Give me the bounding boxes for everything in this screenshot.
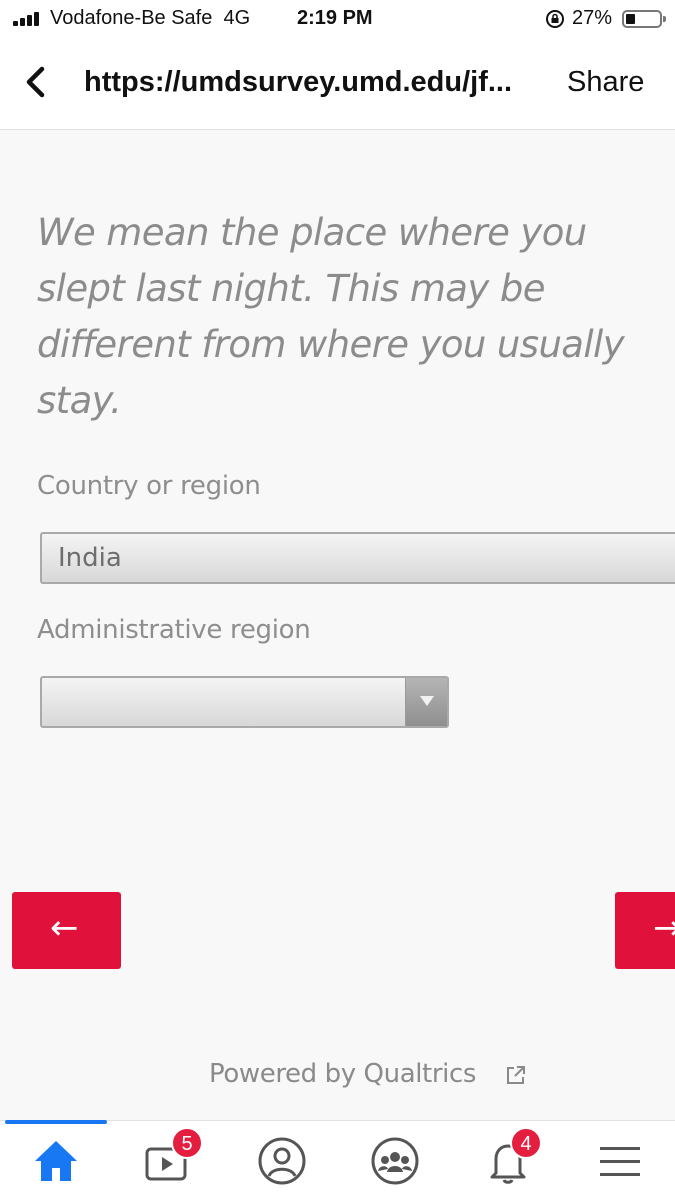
country-select-value: India: [58, 543, 122, 573]
browser-url-bar: https://umdsurvey.umd.edu/jf... Share: [0, 38, 675, 130]
status-bar: Vodafone-Be Safe 4G 2:19 PM 27%: [0, 0, 675, 38]
bottom-tab-bar: 5 4: [0, 1120, 675, 1200]
watch-badge: 5: [171, 1127, 203, 1159]
country-select[interactable]: India: [40, 532, 675, 584]
back-arrow-icon[interactable]: [18, 62, 54, 102]
page-url[interactable]: https://umdsurvey.umd.edu/jf...: [84, 66, 512, 99]
survey-content: We mean the place where you slept last n…: [0, 131, 675, 1121]
battery-icon: [622, 10, 666, 28]
watch-tab[interactable]: 5: [143, 1127, 203, 1187]
next-button[interactable]: →: [615, 892, 675, 969]
dropdown-arrow[interactable]: [405, 678, 447, 726]
next-arrow-icon: →: [653, 908, 675, 948]
external-link-icon[interactable]: [505, 1064, 527, 1086]
home-icon[interactable]: [30, 1135, 82, 1187]
share-button[interactable]: Share: [567, 66, 644, 99]
notifications-tab[interactable]: 4: [482, 1127, 542, 1187]
clock: 2:19 PM: [297, 7, 373, 29]
chevron-down-icon: [420, 696, 434, 706]
battery-percent: 27%: [572, 7, 613, 29]
country-label: Country or region: [37, 471, 261, 501]
administrative-region-select[interactable]: [40, 676, 449, 728]
menu-icon[interactable]: [594, 1135, 646, 1187]
groups-icon[interactable]: [369, 1135, 421, 1187]
carrier-name: Vodafone-Be Safe 4G: [50, 7, 251, 29]
previous-button[interactable]: ←: [12, 892, 121, 969]
previous-arrow-icon: ←: [50, 908, 79, 948]
administrative-region-label: Administrative region: [37, 615, 311, 645]
notifications-badge: 4: [510, 1127, 542, 1159]
active-tab-indicator: [5, 1120, 107, 1124]
signal-strength-icon: [13, 12, 43, 26]
battery-level: [626, 14, 635, 24]
network-type: 4G: [223, 7, 251, 29]
powered-by-qualtrics-link[interactable]: Powered by Qualtrics: [209, 1059, 476, 1089]
question-note: We mean the place where you slept last n…: [37, 211, 625, 422]
profile-icon[interactable]: [256, 1135, 308, 1187]
rotation-lock-icon: [546, 10, 564, 28]
